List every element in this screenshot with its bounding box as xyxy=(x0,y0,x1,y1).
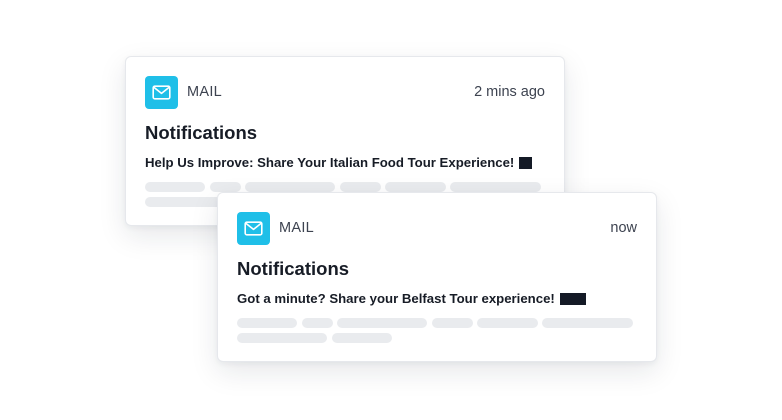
skeleton-line xyxy=(245,182,335,192)
notification-timestamp: 2 mins ago xyxy=(474,84,545,100)
skeleton-line xyxy=(237,333,327,343)
notification-message: Got a minute? Share your Belfast Tour ex… xyxy=(237,291,555,306)
notification-timestamp: now xyxy=(610,220,637,236)
skeleton-line xyxy=(477,318,538,328)
app-name: MAIL xyxy=(187,84,223,100)
skeleton-line xyxy=(432,318,473,328)
skeleton-line xyxy=(337,318,427,328)
notification-title: Notifications xyxy=(145,122,258,143)
mail-app-icon-badge xyxy=(145,76,178,109)
skeleton-line xyxy=(210,182,241,192)
app-name: MAIL xyxy=(279,220,315,236)
mail-icon xyxy=(152,85,171,100)
skeleton-line xyxy=(332,333,392,343)
notification-title: Notifications xyxy=(237,258,350,279)
skeleton-line xyxy=(340,182,381,192)
mail-icon xyxy=(244,221,263,236)
skeleton-line xyxy=(145,182,205,192)
skeleton-line xyxy=(385,182,446,192)
skeleton-line xyxy=(450,182,541,192)
notification-message-row: Help Us Improve: Share Your Italian Food… xyxy=(145,155,533,170)
notification-message-row: Got a minute? Share your Belfast Tour ex… xyxy=(237,291,586,306)
skeleton-line xyxy=(542,318,633,328)
notification-message: Help Us Improve: Share Your Italian Food… xyxy=(145,155,515,170)
skeleton-line xyxy=(302,318,333,328)
mail-app-icon-badge xyxy=(237,212,270,245)
redacted-block xyxy=(559,292,586,305)
redacted-block xyxy=(519,156,533,169)
notification-card-mail-latest[interactable]: MAIL now Notifications Got a minute? Sha… xyxy=(217,192,657,362)
skeleton-line xyxy=(237,318,297,328)
